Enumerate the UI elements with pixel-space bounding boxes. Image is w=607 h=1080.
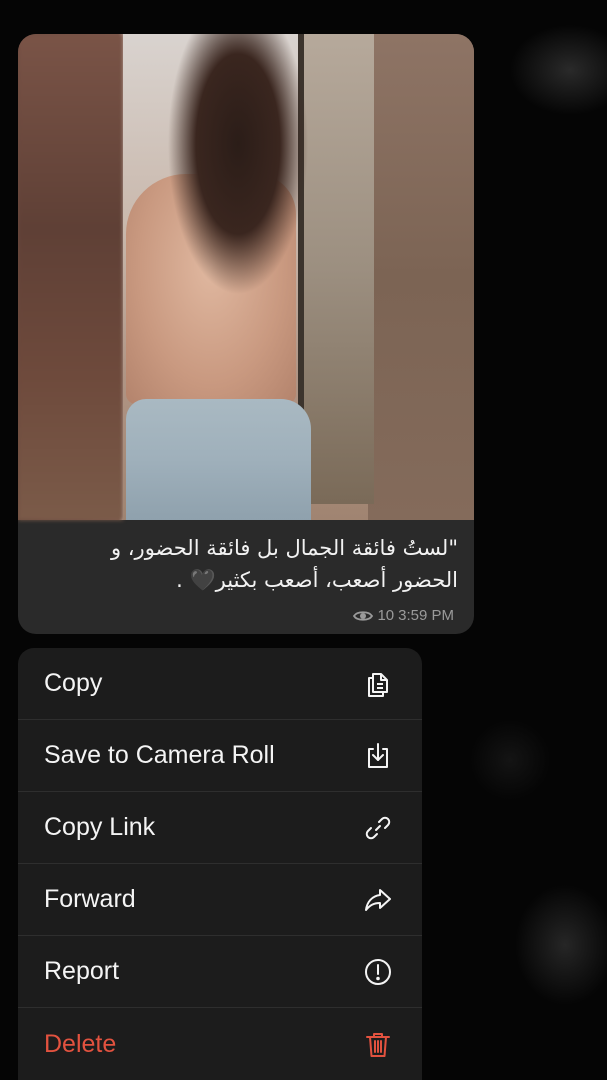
menu-item-label: Copy (44, 669, 103, 697)
message-caption: "لستُ فائقة الجمال بل فائقة الحضور، و ال… (18, 532, 474, 596)
photo-blur-left (18, 34, 123, 520)
caption-line: "لستُ فائقة الجمال بل فائقة الحضور، و (110, 536, 458, 560)
report-icon (362, 956, 394, 988)
screen: "لستُ فائقة الجمال بل فائقة الحضور، و ال… (0, 0, 607, 1080)
copy-icon (362, 668, 394, 700)
message-meta: 10 3:59 PM (353, 607, 454, 624)
eye-icon (353, 609, 374, 623)
menu-item-save-to-camera-roll[interactable]: Save to Camera Roll (18, 720, 422, 792)
message-bubble[interactable]: "لستُ فائقة الجمال بل فائقة الحضور، و ال… (18, 34, 474, 634)
forward-icon (362, 884, 394, 916)
caption-line: الحضور أصعب، أصعب بكثير🖤 . (176, 568, 458, 592)
photo-jeans (126, 399, 311, 520)
save-icon (362, 740, 394, 772)
menu-item-delete[interactable]: Delete (18, 1008, 422, 1080)
menu-item-label: Forward (44, 885, 136, 913)
context-menu: Copy Save to Camera Roll Copy Link Forwa… (18, 648, 422, 1080)
menu-item-copy[interactable]: Copy (18, 648, 422, 720)
menu-item-label: Save to Camera Roll (44, 741, 275, 769)
menu-item-label: Copy Link (44, 813, 156, 841)
menu-item-label: Report (44, 957, 120, 985)
photo-blur-right (368, 34, 474, 520)
link-icon (362, 812, 394, 844)
menu-item-copy-link[interactable]: Copy Link (18, 792, 422, 864)
photo-hair (158, 34, 308, 324)
menu-item-forward[interactable]: Forward (18, 864, 422, 936)
menu-item-label: Delete (44, 1029, 117, 1058)
view-count: 10 (377, 607, 395, 624)
message-time: 3:59 PM (398, 607, 454, 624)
message-photo[interactable] (18, 34, 474, 520)
menu-item-report[interactable]: Report (18, 936, 422, 1008)
trash-icon (362, 1028, 394, 1060)
